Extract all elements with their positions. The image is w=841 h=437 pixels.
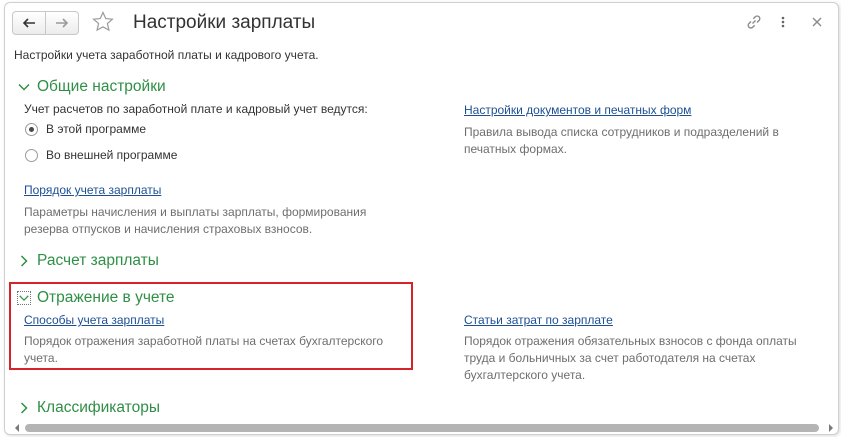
section-calculation-title: Расчет зарплаты	[37, 252, 159, 269]
more-button[interactable]	[779, 13, 787, 36]
star-icon	[92, 11, 114, 32]
close-button[interactable]	[809, 13, 825, 36]
more-vertical-icon	[781, 16, 785, 28]
arrow-right-icon	[56, 18, 69, 28]
window-subtitle: Настройки учета заработной платы и кадро…	[14, 48, 319, 62]
payroll-order-description: Параметры начисления и выплаты зарплаты,…	[24, 205, 367, 236]
close-icon	[812, 17, 822, 27]
radio-external-program[interactable]: Во внешней программе	[25, 148, 177, 162]
favorite-button[interactable]	[91, 10, 115, 39]
chevron-right-icon	[20, 255, 28, 267]
payroll-order-link[interactable]: Порядок учета зарплаты	[24, 183, 161, 197]
chevron-right-icon	[20, 402, 28, 414]
radio-unselected-indicator	[25, 148, 38, 162]
cost-items-link[interactable]: Статьи затрат по зарплате	[464, 313, 613, 327]
section-accounting-title: Отражение в учете	[37, 289, 175, 306]
chevron-down-icon	[18, 83, 30, 91]
radio-selected-indicator	[25, 122, 38, 136]
docs-settings-link[interactable]: Настройки документов и печатных форм	[464, 103, 691, 117]
horizontal-scrollbar[interactable]	[13, 423, 835, 433]
chevron-down-icon	[17, 291, 31, 305]
radio-this-program-label: В этой программе	[46, 122, 147, 136]
scroll-right-icon[interactable]	[827, 423, 835, 433]
section-classifiers-title: Классификаторы	[37, 399, 160, 416]
window-title: Настройки зарплаты	[133, 12, 316, 33]
section-general-header[interactable]: Общие настройки	[17, 78, 166, 96]
cost-items-description: Порядок отражения обязательных взносов с…	[464, 334, 797, 382]
section-accounting-header[interactable]: Отражение в учете	[17, 289, 175, 307]
settings-window: Настройки зарплаты Настройки учета зараб…	[4, 2, 839, 435]
back-button[interactable]	[12, 11, 46, 35]
docs-settings-description: Правила вывода списка сотрудников и подр…	[464, 125, 779, 156]
scrollbar-thumb[interactable]	[25, 424, 819, 432]
payroll-methods-link[interactable]: Способы учета зарплаты	[24, 313, 164, 327]
scroll-left-icon[interactable]	[13, 423, 21, 433]
accounting-mode-question: Учет расчетов по заработной плате и кадр…	[24, 102, 368, 116]
link-icon	[747, 15, 761, 29]
section-general-title: Общие настройки	[37, 78, 166, 95]
title-bar: Настройки зарплаты	[5, 3, 838, 43]
payroll-methods-description: Порядок отражения заработной платы на сч…	[24, 334, 384, 365]
link-button[interactable]	[745, 13, 763, 36]
section-classifiers-header[interactable]: Классификаторы	[17, 399, 160, 417]
radio-external-program-label: Во внешней программе	[46, 148, 178, 162]
forward-button[interactable]	[45, 11, 79, 35]
radio-this-program[interactable]: В этой программе	[25, 122, 146, 136]
arrow-left-icon	[22, 18, 35, 28]
section-calculation-header[interactable]: Расчет зарплаты	[17, 252, 159, 270]
